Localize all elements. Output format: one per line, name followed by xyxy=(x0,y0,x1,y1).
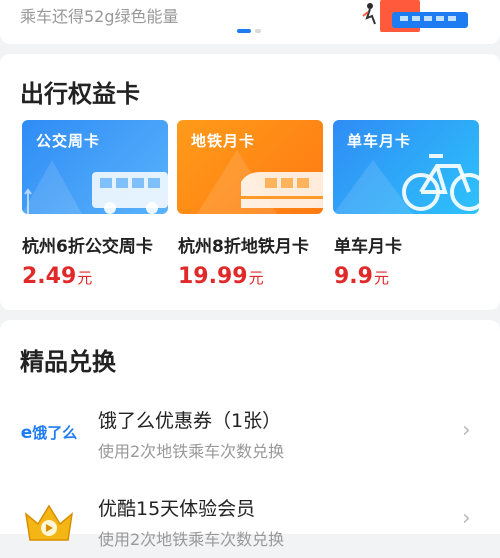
price-unit: 元 xyxy=(77,269,93,287)
price-unit: 元 xyxy=(248,269,264,287)
chevron-right-icon: › xyxy=(462,418,471,443)
exchange-item-eleme[interactable]: e饿了么 饿了么优惠券（1张） 使用2次地铁乘车次数兑换 › xyxy=(0,400,500,470)
chevron-right-icon: › xyxy=(462,506,471,531)
carousel-indicator xyxy=(237,29,261,33)
crown-icon xyxy=(24,504,74,541)
product-name: 杭州8折地铁月卡 xyxy=(178,237,309,257)
section-title: 出行权益卡 xyxy=(20,80,140,108)
benefit-cards-section: 出行权益卡 公交周卡 地铁月卡 单车月卡 杭州6折公交周卡 杭州8折地铁月卡 单… xyxy=(0,54,500,310)
product-price: 19.99元 xyxy=(178,264,264,289)
product-name: 杭州6折公交周卡 xyxy=(22,237,153,257)
product-price: 9.9元 xyxy=(334,264,389,289)
card-bus-weekly[interactable]: 公交周卡 xyxy=(22,120,168,214)
price-unit: 元 xyxy=(373,269,389,287)
price-value: 19.99 xyxy=(178,264,248,289)
card-bike-monthly[interactable]: 单车月卡 xyxy=(333,120,479,214)
card-label: 公交周卡 xyxy=(36,132,101,150)
section-title: 精品兑换 xyxy=(20,348,116,376)
item-subtitle: 使用2次地铁乘车次数兑换 xyxy=(98,530,285,549)
card-label: 单车月卡 xyxy=(347,132,412,150)
price-value: 2.49 xyxy=(22,264,77,289)
exchange-section: 精品兑换 e饿了么 饿了么优惠券（1张） 使用2次地铁乘车次数兑换 › 优酷15… xyxy=(0,320,500,549)
item-subtitle: 使用2次地铁乘车次数兑换 xyxy=(98,442,285,461)
item-title: 优酷15天体验会员 xyxy=(98,498,256,520)
product-name: 单车月卡 xyxy=(334,237,402,257)
eleme-logo: e饿了么 xyxy=(20,408,78,456)
item-title: 饿了么优惠券（1张） xyxy=(98,410,282,432)
youku-crown-logo xyxy=(20,498,78,546)
carousel-dot-active xyxy=(237,29,251,33)
price-value: 9.9 xyxy=(334,264,373,289)
card-metro-monthly[interactable]: 地铁月卡 xyxy=(177,120,323,214)
page: 乘车还得52g绿色能量 出行权益卡 公交周卡 地铁月卡 单车月卡 杭州6折公交周… xyxy=(0,0,500,549)
carousel-dot xyxy=(255,29,261,33)
train-illustration-icon xyxy=(362,0,468,32)
exchange-item-youku[interactable]: 优酷15天体验会员 使用2次地铁乘车次数兑换 › xyxy=(0,488,500,558)
card-label: 地铁月卡 xyxy=(191,132,256,150)
product-price: 2.49元 xyxy=(22,264,92,289)
promo-banner[interactable]: 乘车还得52g绿色能量 xyxy=(0,0,500,44)
banner-subtitle: 乘车还得52g绿色能量 xyxy=(20,7,179,26)
eleme-logo-text: e饿了么 xyxy=(20,422,78,443)
